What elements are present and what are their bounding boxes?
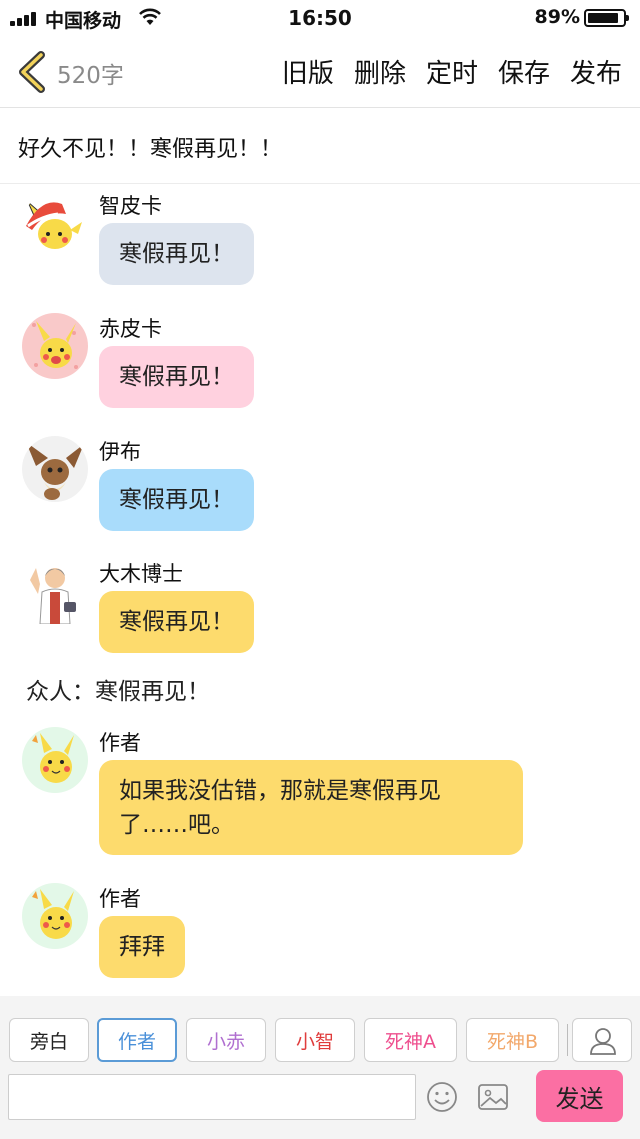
role-button-shinigami-b[interactable]: 死神B <box>466 1018 559 1062</box>
manage-roles-button[interactable] <box>572 1018 632 1062</box>
compose-row: 发送 <box>0 1070 640 1124</box>
message-bubble[interactable]: 如果我没估错，那就是寒假再见 了……吧。 <box>99 760 523 855</box>
role-label: 死神B <box>486 1030 539 1053</box>
story-title-row[interactable]: 好久不见！！寒假再见！！ <box>0 109 640 184</box>
message-text-line: 了……吧。 <box>119 812 234 838</box>
role-label: 死神A <box>385 1030 436 1053</box>
pikachu-author-avatar-icon <box>22 727 88 793</box>
save-button[interactable]: 保存 <box>498 53 550 90</box>
image-icon[interactable] <box>476 1080 510 1114</box>
char-count: 520字 <box>57 63 124 89</box>
send-label: 发送 <box>555 1084 604 1113</box>
publish-button[interactable]: 发布 <box>570 53 622 90</box>
delete-button[interactable]: 删除 <box>354 53 406 90</box>
message-bubble[interactable]: 寒假再见！ <box>99 591 254 653</box>
message-text: 寒假再见！ <box>119 487 234 513</box>
chat-message[interactable]: 作者 如果我没估错，那就是寒假再见 了……吧。 <box>0 727 640 857</box>
pikachu-pink-avatar-icon <box>22 313 88 379</box>
message-bubble[interactable]: 寒假再见！ <box>99 223 254 285</box>
chat-message[interactable]: 作者 拜拜 <box>0 883 640 978</box>
narration-text[interactable]: 众人：寒假再见！ <box>26 672 210 706</box>
pikachu-author-avatar-icon <box>22 883 88 949</box>
story-title: 好久不见！！寒假再见！！ <box>18 137 283 162</box>
person-icon <box>590 1028 616 1055</box>
header-actions: 旧版 删除 定时 保存 发布 <box>282 53 622 90</box>
message-text: 寒假再见！ <box>119 241 234 267</box>
chat-message[interactable]: 伊布 寒假再见！ <box>0 436 640 531</box>
message-bubble[interactable]: 拜拜 <box>99 916 185 978</box>
divider <box>567 1024 568 1056</box>
sender-name: 伊布 <box>99 440 141 464</box>
emoji-icon[interactable] <box>425 1080 459 1114</box>
sender-name: 作者 <box>99 731 141 755</box>
sender-name: 作者 <box>99 887 141 911</box>
sender-name: 智皮卡 <box>99 194 162 218</box>
status-bar: 中国移动 16:50 89% <box>0 0 640 36</box>
eevee-avatar-icon <box>22 436 88 502</box>
role-selector: 旁白 作者 小赤 小智 死神A 死神B <box>0 1018 640 1064</box>
send-button[interactable]: 发送 <box>536 1070 623 1122</box>
editor-header: 520字 旧版 删除 定时 保存 发布 <box>0 36 640 108</box>
compose-toolbar: 旁白 作者 小赤 小智 死神A 死神B 发送 <box>0 996 640 1139</box>
sender-name: 大木博士 <box>99 562 183 586</box>
chat-message[interactable]: 智皮卡 寒假再见！ <box>0 190 640 285</box>
old-version-button[interactable]: 旧版 <box>282 53 334 90</box>
role-label: 旁白 <box>29 1030 68 1053</box>
role-label: 小智 <box>295 1030 334 1053</box>
message-text-line: 如果我没估错，那就是寒假再见 <box>119 778 441 804</box>
message-bubble[interactable]: 寒假再见！ <box>99 469 254 531</box>
message-text: 寒假再见！ <box>119 364 234 390</box>
role-label: 小赤 <box>206 1030 245 1053</box>
back-chevron-icon[interactable] <box>14 50 50 94</box>
message-bubble[interactable]: 寒假再见！ <box>99 346 254 408</box>
role-button-xiaochi[interactable]: 小赤 <box>186 1018 266 1062</box>
battery-icon <box>584 9 629 27</box>
role-button-shinigami-a[interactable]: 死神A <box>364 1018 457 1062</box>
role-button-xiaozhi[interactable]: 小智 <box>275 1018 355 1062</box>
schedule-button[interactable]: 定时 <box>426 53 478 90</box>
message-text: 拜拜 <box>119 934 165 960</box>
battery-percent: 89% <box>534 6 580 28</box>
message-input[interactable] <box>8 1074 416 1120</box>
battery-fill <box>588 13 618 23</box>
pikachu-cap-avatar-icon <box>22 192 88 258</box>
professor-avatar-icon <box>22 558 88 624</box>
role-button-author[interactable]: 作者 <box>97 1018 177 1062</box>
role-label: 作者 <box>117 1030 156 1053</box>
sender-name: 赤皮卡 <box>99 317 162 341</box>
chat-message[interactable]: 赤皮卡 寒假再见！ <box>0 313 640 408</box>
role-button-narrator[interactable]: 旁白 <box>9 1018 89 1062</box>
chat-message[interactable]: 大木博士 寒假再见！ <box>0 558 640 653</box>
message-text: 寒假再见！ <box>119 609 234 635</box>
